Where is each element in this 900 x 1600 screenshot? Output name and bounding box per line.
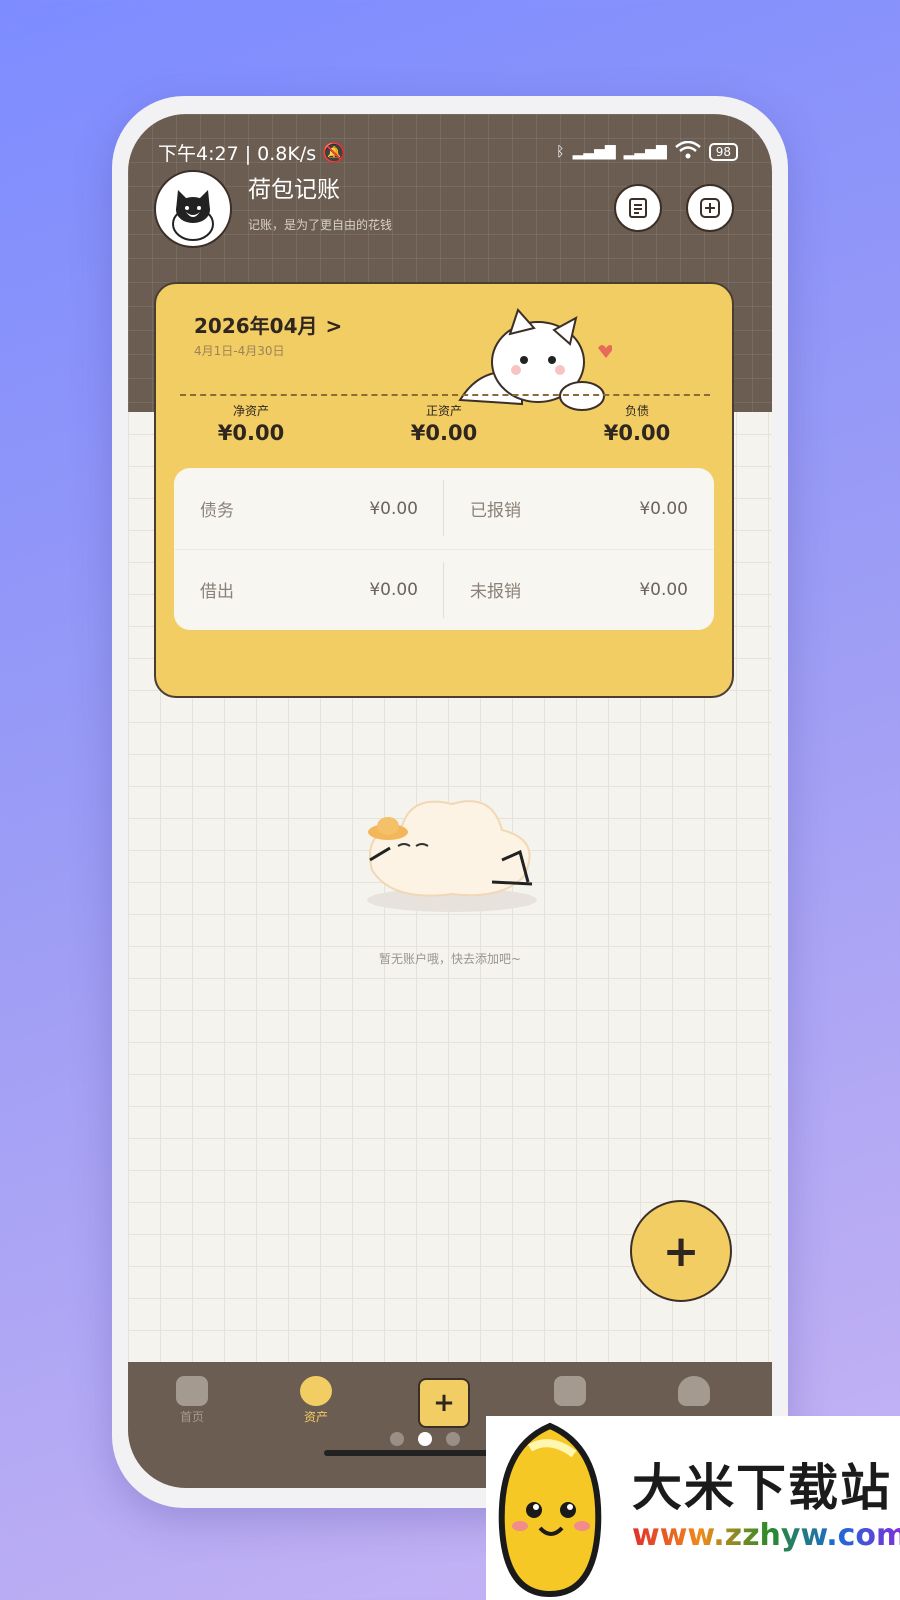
battery-icon: 98 xyxy=(708,143,738,161)
trend-icon xyxy=(554,1376,586,1406)
page-dot xyxy=(390,1432,404,1446)
tab-label: 首页 xyxy=(179,1410,204,1424)
detail-label: 债务 xyxy=(200,501,234,521)
rice-mascot-logo-icon xyxy=(498,1422,602,1598)
tab-assets[interactable]: 资产 xyxy=(276,1376,356,1425)
tab-add-button[interactable]: + xyxy=(418,1378,470,1428)
detail-value: ¥0.00 xyxy=(369,579,418,600)
detail-label: 未报销 xyxy=(470,582,521,602)
detail-panel: 债务 ¥0.00 已报销 ¥0.00 借出 ¥0.00 未报销 ¥0.00 xyxy=(174,468,714,630)
avatar[interactable] xyxy=(154,170,232,248)
detail-debt[interactable]: 债务 ¥0.00 xyxy=(174,468,444,549)
detail-lent[interactable]: 借出 ¥0.00 xyxy=(174,549,444,630)
empty-state-text: 暂无账户哦，快去添加吧~ xyxy=(378,952,522,966)
vertical-divider xyxy=(443,480,444,536)
page-dots xyxy=(390,1432,460,1446)
detail-value: ¥0.00 xyxy=(639,579,688,600)
stat-label: 负债 xyxy=(624,404,649,418)
mute-icon: 🔕 xyxy=(322,141,346,164)
watermark-url-text: www.zzhyw.com xyxy=(632,1518,900,1553)
cat-avatar-icon xyxy=(172,190,214,241)
bill-list-button[interactable] xyxy=(614,184,662,232)
stat-value: ¥0.00 xyxy=(217,421,285,445)
user-icon xyxy=(678,1376,710,1406)
detail-value: ¥0.00 xyxy=(639,498,688,519)
tab-stats[interactable] xyxy=(530,1376,610,1408)
signal-icon: ▂▃▅▇ xyxy=(572,144,616,160)
stat-value: ¥0.00 xyxy=(603,421,671,445)
app-screen: 下午4:27 | 0.8K/s 🔕 ᛒ ▂▃▅▇ ▂▃▅▇ 98 荷包记账 记账… xyxy=(128,114,772,1488)
stat-net-assets: 净资产 ¥0.00 xyxy=(176,402,326,445)
detail-unreimbursed[interactable]: 未报销 ¥0.00 xyxy=(444,549,714,630)
watermark: 大米下载站 www.zzhyw.com xyxy=(486,1416,900,1600)
asset-summary-card: 2026年04月 > 4月1日-4月30日 净资产 ¥0.00 正资产 ¥0.0… xyxy=(154,282,734,698)
add-account-fab[interactable]: + xyxy=(630,1200,732,1302)
month-selector[interactable]: 2026年04月 > xyxy=(194,310,342,339)
add-account-button[interactable] xyxy=(686,184,734,232)
detail-value: ¥0.00 xyxy=(369,498,418,519)
phone-frame: 下午4:27 | 0.8K/s 🔕 ᛒ ▂▃▅▇ ▂▃▅▇ 98 荷包记账 记账… xyxy=(112,96,788,1508)
watermark-url: www.zzhyw.com xyxy=(632,1518,900,1553)
status-bar: 下午4:27 | 0.8K/s 🔕 ᛒ ▂▃▅▇ ▂▃▅▇ 98 xyxy=(158,136,738,168)
month-label: 2026年04月 xyxy=(194,314,318,338)
tab-label: 资产 xyxy=(303,1410,328,1424)
status-right: ᛒ ▂▃▅▇ ▂▃▅▇ 98 xyxy=(556,140,738,163)
tab-profile[interactable] xyxy=(654,1376,734,1408)
stat-value: ¥0.00 xyxy=(410,421,478,445)
chevron-right-icon: > xyxy=(325,314,343,338)
tab-home[interactable]: 首页 xyxy=(152,1376,232,1425)
bluetooth-icon: ᛒ xyxy=(556,144,565,160)
stat-positive-assets: 正资产 ¥0.00 xyxy=(369,402,519,445)
dashed-divider xyxy=(180,394,710,396)
sleeping-cloud-illustration-icon xyxy=(367,800,537,912)
stat-label: 净资产 xyxy=(232,404,269,418)
status-time: 下午4:27 | 0.8K/s xyxy=(158,142,317,165)
receipt-icon xyxy=(629,198,647,218)
detail-label: 借出 xyxy=(200,582,234,602)
page-dot xyxy=(446,1432,460,1446)
detail-reimbursed[interactable]: 已报销 ¥0.00 xyxy=(444,468,714,549)
plus-square-icon xyxy=(700,198,720,218)
app-subtitle: 记账，是为了更自由的花钱 xyxy=(248,218,393,232)
pie-chart-icon xyxy=(300,1376,332,1406)
wifi-icon xyxy=(674,140,701,163)
detail-label: 已报销 xyxy=(470,501,521,521)
horizontal-divider xyxy=(174,549,714,550)
home-icon xyxy=(176,1376,208,1406)
app-title: 荷包记账 xyxy=(248,177,340,203)
watermark-title: 大米下载站 xyxy=(632,1459,892,1517)
date-range: 4月1日-4月30日 xyxy=(194,344,285,358)
stat-label: 正资产 xyxy=(425,404,462,418)
vertical-divider xyxy=(443,562,444,618)
page-dot-active xyxy=(418,1432,432,1446)
stat-liabilities: 负债 ¥0.00 xyxy=(562,402,712,445)
signal-icon-2: ▂▃▅▇ xyxy=(623,144,667,160)
